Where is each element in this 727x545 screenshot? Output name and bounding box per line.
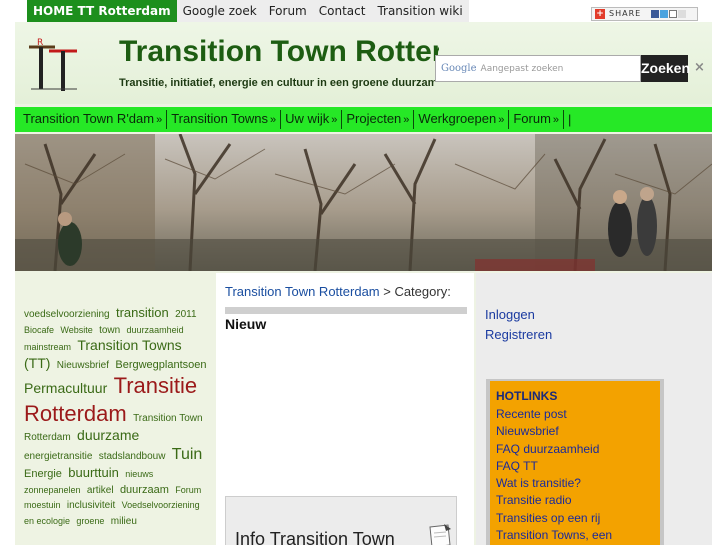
facebook-icon: [651, 10, 660, 18]
tag-link[interactable]: inclusiviteit: [67, 500, 115, 511]
chevron-down-icon: »: [156, 114, 163, 126]
tag-link[interactable]: duurzaam: [120, 484, 169, 496]
search-input[interactable]: Google Aangepast zoeken: [435, 55, 641, 82]
google-logo: Google: [441, 63, 477, 74]
category-title: Nieuw: [225, 316, 267, 332]
chevron-down-icon: »: [270, 114, 277, 126]
tag-link[interactable]: moestuin: [24, 500, 61, 510]
tag-link[interactable]: buurttuin: [68, 465, 119, 480]
hotlink-nieuwsbrief[interactable]: Nieuwsbrief: [496, 423, 660, 440]
hotlinks-title: HOTLINKS: [496, 389, 558, 403]
info-box: Info Transition Town: [225, 496, 457, 545]
divider: [225, 307, 467, 314]
site-title[interactable]: Transition Town Rotterdam: [119, 35, 439, 69]
twitter-icon: [660, 10, 669, 18]
left-sidebar: voedselvoorziening transition 2011 Bioca…: [15, 273, 214, 545]
menu-separator: |: [568, 112, 572, 127]
breadcrumb-current: > Category:: [379, 284, 451, 299]
top-navigation: HOME TT Rotterdam Google zoek Forum Cont…: [15, 0, 712, 22]
menu-projecten[interactable]: Projecten»: [342, 110, 415, 129]
banner-image: [15, 134, 712, 271]
tag-link[interactable]: duurzame: [77, 427, 139, 443]
hotlink-transition-towns[interactable]: Transition Towns, een: [496, 527, 660, 544]
hotlink-wat-is-transitie[interactable]: Wat is transitie?: [496, 475, 660, 492]
top-nav-links: HOME TT Rotterdam Google zoek Forum Cont…: [27, 0, 469, 22]
top-nav-google-zoek[interactable]: Google zoek: [176, 0, 263, 22]
tag-link[interactable]: 2011: [175, 309, 197, 320]
tag-link[interactable]: voedselvoorziening: [24, 309, 110, 320]
hotlink-transitie-radio[interactable]: Transitie radio: [496, 492, 660, 509]
hotlinks-box: HOTLINKS Recente post Nieuwsbrief FAQ du…: [490, 381, 660, 545]
right-sidebar: Inloggen Registreren HOTLINKS Recente po…: [476, 273, 712, 545]
note-icon: [429, 524, 451, 545]
menu-label: Werkgroepen: [418, 111, 497, 126]
email-icon: [669, 10, 678, 18]
close-icon[interactable]: ×: [694, 60, 705, 75]
info-box-title[interactable]: Info Transition Town: [235, 529, 395, 545]
menu-transition-towns[interactable]: Transition Towns»: [167, 110, 282, 129]
tag-link[interactable]: nieuws: [125, 469, 153, 479]
menu-werkgroepen[interactable]: Werkgroepen»: [414, 110, 510, 129]
svg-text:R: R: [37, 38, 43, 48]
menu-label: Transition Towns: [171, 111, 269, 126]
main-menu: Transition Town R'dam» Transition Towns»…: [15, 107, 712, 132]
menu-forum[interactable]: Forum»: [509, 110, 565, 129]
breadcrumb: Transition Town Rotterdam > Category:: [225, 284, 451, 299]
login-link[interactable]: Inloggen: [485, 307, 535, 322]
plus-icon: +: [595, 9, 605, 19]
hotlink-transities-op-een-rij[interactable]: Transities op een rij: [496, 510, 660, 527]
social-icons: [651, 10, 687, 18]
tag-link[interactable]: Biocafe: [24, 325, 54, 335]
tag-link[interactable]: milieu: [111, 516, 137, 527]
tag-link[interactable]: Permacultuur: [24, 380, 107, 396]
share-label: SHARE: [609, 9, 642, 18]
menu-label: Transition Town R'dam: [23, 111, 155, 126]
register-link[interactable]: Registreren: [485, 327, 552, 342]
tag-link[interactable]: zonnepanelen: [24, 485, 81, 495]
chevron-down-icon: »: [331, 114, 338, 126]
tag-link[interactable]: Tuin: [172, 446, 203, 463]
tag-link[interactable]: Forum: [175, 485, 201, 495]
menu-uw-wijk[interactable]: Uw wijk»: [281, 110, 343, 129]
menu-label: Uw wijk: [285, 111, 330, 126]
tag-link[interactable]: artikel: [87, 485, 114, 496]
tag-cloud: voedselvoorziening transition 2011 Bioca…: [24, 305, 210, 528]
breadcrumb-home-link[interactable]: Transition Town Rotterdam: [225, 284, 380, 299]
tag-link[interactable]: Voedselvoorziening: [122, 500, 200, 510]
chevron-down-icon: »: [403, 114, 410, 126]
chevron-down-icon: »: [498, 114, 505, 126]
chevron-down-icon: »: [552, 114, 560, 126]
main-content: Transition Town Rotterdam > Category: Ni…: [216, 273, 474, 545]
menu-label: Projecten: [346, 111, 402, 126]
menu-label: Forum: [513, 111, 551, 126]
hotlink-faq-tt[interactable]: FAQ TT: [496, 458, 660, 475]
banner-photo: [15, 134, 712, 271]
tag-link[interactable]: energietransitie: [24, 451, 92, 462]
hotlink-faq-duurzaamheid[interactable]: FAQ duurzaamheid: [496, 441, 660, 458]
site-header: R Transition Town Rotterdam Transitie, i…: [15, 22, 712, 104]
menu-transition-town-rdam[interactable]: Transition Town R'dam»: [19, 110, 168, 129]
hotlink-recente-post[interactable]: Recente post: [496, 406, 660, 423]
tag-link[interactable]: transition: [116, 305, 169, 320]
top-nav-transition-wiki[interactable]: Transition wiki: [371, 0, 469, 22]
share-button[interactable]: + SHARE: [591, 7, 698, 21]
top-nav-forum[interactable]: Forum: [262, 0, 313, 22]
top-nav-contact[interactable]: Contact: [312, 0, 372, 22]
site-logo[interactable]: R: [27, 37, 81, 93]
site-tagline: Transitie, initiatief, energie en cultuu…: [119, 77, 435, 89]
tag-link[interactable]: Energie: [24, 468, 62, 480]
tag-link[interactable]: mainstream: [24, 342, 71, 352]
tag-link[interactable]: Bergwegplantsoen: [115, 359, 206, 371]
tag-link[interactable]: town: [99, 325, 120, 336]
tag-link[interactable]: groene: [76, 516, 104, 526]
tag-link[interactable]: duurzaamheid: [127, 325, 184, 335]
search-placeholder: Aangepast zoeken: [480, 64, 564, 74]
tag-link[interactable]: Website: [60, 325, 92, 335]
tag-link[interactable]: stadslandbouw: [99, 451, 166, 462]
more-icon: [678, 10, 687, 18]
tag-link[interactable]: en ecologie: [24, 516, 70, 526]
search-button[interactable]: Zoeken: [641, 55, 690, 82]
tag-link[interactable]: Nieuwsbrief: [57, 360, 109, 371]
top-nav-home[interactable]: HOME TT Rotterdam: [27, 0, 177, 22]
